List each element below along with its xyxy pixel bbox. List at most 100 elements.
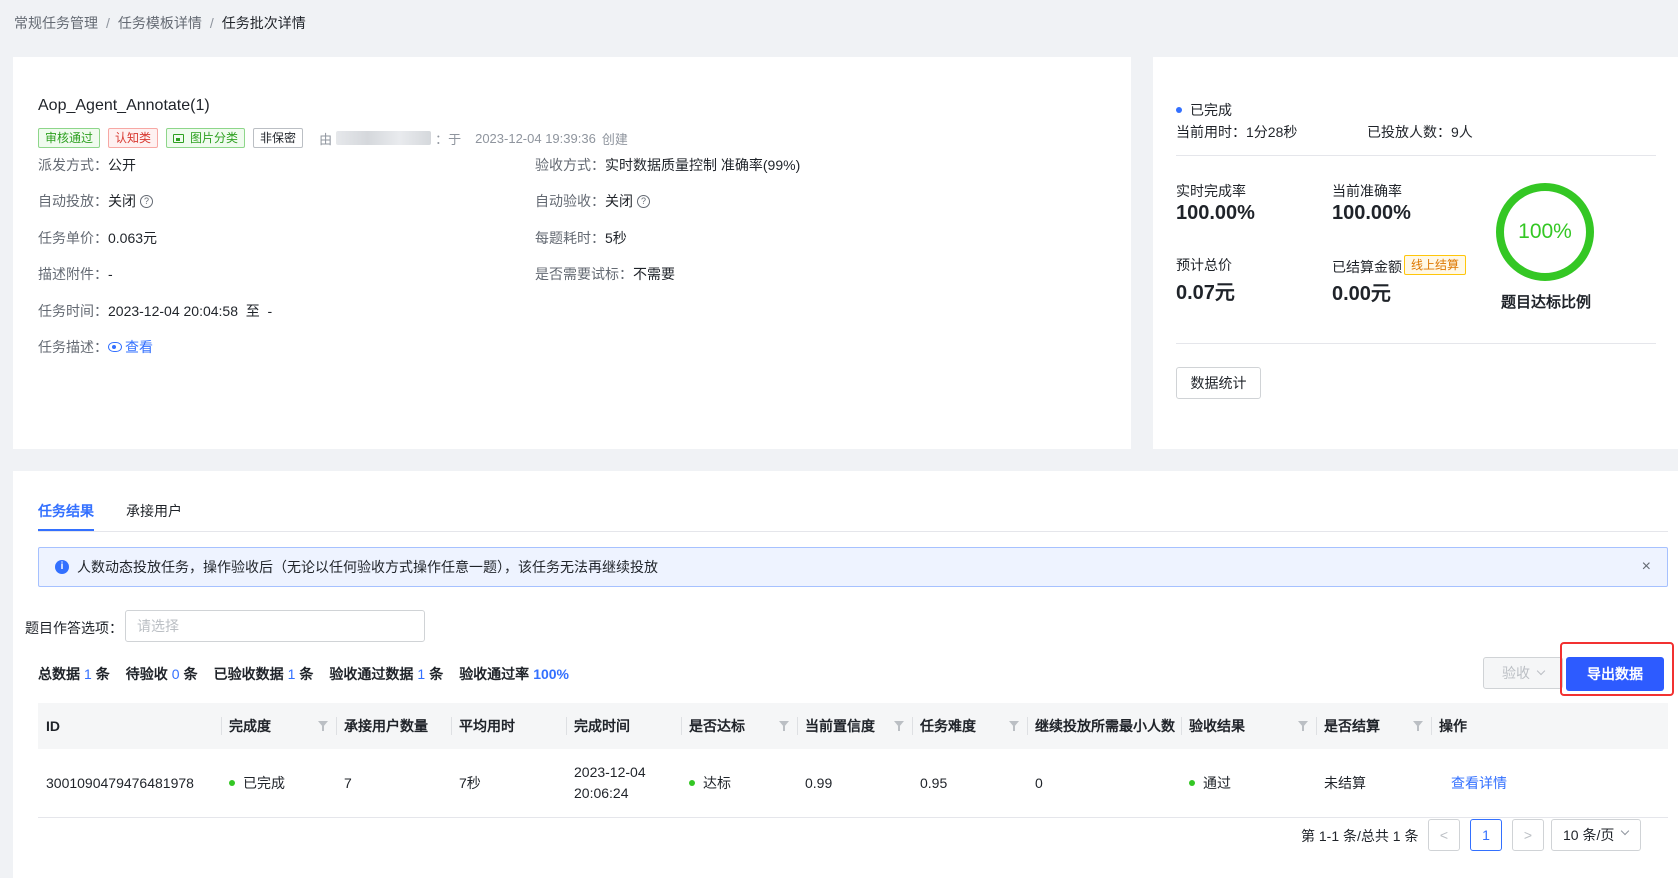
- breadcrumb-item-template[interactable]: 任务模板详情: [118, 13, 202, 33]
- filter-icon[interactable]: [894, 721, 904, 731]
- total-price-value: 0.07元: [1176, 282, 1235, 304]
- task-status: 已完成: [1176, 100, 1232, 120]
- cell-difficulty: 0.95: [920, 775, 948, 791]
- alert-message: 人数动态投放任务，操作验收后（无论以任何验收方式操作任意一题），该任务无法再继续…: [77, 559, 658, 575]
- view-details-link[interactable]: 查看详情: [1451, 773, 1507, 793]
- breadcrumb-current: 任务批次详情: [221, 15, 306, 31]
- summary-pass-rate: 验收通过率 100%: [459, 666, 569, 682]
- settled-amount-value: 0.00元: [1332, 283, 1391, 305]
- status-dot: [229, 780, 235, 786]
- breadcrumb-item-task-mgmt[interactable]: 常规任务管理: [14, 13, 98, 33]
- chevron-down-icon: [1536, 666, 1546, 676]
- divider: [1176, 155, 1656, 156]
- total-price-label: 预计总价: [1176, 257, 1232, 273]
- elapsed-time: 当前用时：1分28秒: [1176, 124, 1298, 140]
- col-users: 承接用户数量: [336, 703, 451, 749]
- info-icon: i: [55, 560, 69, 574]
- field-dispatch: 派发方式： 公开: [38, 157, 136, 173]
- summary-passed: 验收通过数据 1 条: [329, 666, 444, 682]
- tag-non-secret: 非保密: [253, 128, 304, 148]
- close-icon[interactable]: ×: [1642, 558, 1651, 576]
- field-description: 任务描述： 查看: [38, 337, 153, 357]
- summary-checked: 已验收数据 1 条: [213, 666, 314, 682]
- tab-users[interactable]: 承接用户: [126, 501, 182, 531]
- completion-rate-label: 实时完成率: [1176, 183, 1246, 199]
- filter-icon[interactable]: [1413, 721, 1423, 731]
- pass-ratio-ring: 100%: [1496, 183, 1594, 281]
- filter-icon[interactable]: [1298, 721, 1308, 731]
- field-attachment: 描述附件： -: [38, 266, 113, 282]
- tabs-divider: [38, 531, 1668, 532]
- cell-id: 3001090479476481978: [46, 775, 194, 791]
- task-stats-card: 已完成 当前用时：1分28秒 已投放人数：9人 实时完成率 100.00% 当前…: [1153, 57, 1678, 449]
- cell-settled: 未结算: [1324, 775, 1366, 791]
- field-auto-publish: 自动投放： 关闭?: [38, 191, 153, 211]
- view-description-link[interactable]: 查看: [108, 337, 153, 357]
- data-summary: 总数据 1 条 待验收 0 条 已验收数据 1 条 验收通过数据 1 条 验收通过率 100%: [38, 664, 589, 684]
- tab-task-results[interactable]: 任务结果: [38, 501, 94, 531]
- filter-icon[interactable]: [779, 721, 789, 731]
- task-results-card: 任务结果 承接用户 i 人数动态投放任务，操作验收后（无论以任何验收方式操作任意…: [13, 471, 1678, 878]
- result-tabs: 任务结果 承接用户: [38, 501, 214, 531]
- field-time-per-item: 每题耗时： 5秒: [535, 230, 627, 246]
- breadcrumb: 常规任务管理 / 任务模板详情 / 任务批次详情: [14, 13, 306, 33]
- page-size-select[interactable]: 10 条/页: [1551, 819, 1641, 851]
- help-icon[interactable]: ?: [140, 194, 153, 208]
- settled-amount-label: 已结算金额: [1332, 259, 1402, 275]
- summary-pending: 待验收 0 条: [125, 666, 198, 682]
- data-stats-button[interactable]: 数据统计: [1176, 367, 1261, 399]
- task-tags: 审核通过 认知类 图片分类 非保密 由 ：于 2023-12-04 19:39:…: [38, 128, 628, 148]
- col-difficulty: 任务难度: [912, 703, 1027, 749]
- page-1-button[interactable]: 1: [1470, 819, 1502, 851]
- col-id: ID: [46, 718, 60, 734]
- field-unit-price: 任务单价： 0.063元: [38, 230, 158, 246]
- cell-min-users: 0: [1035, 775, 1043, 791]
- check-dropdown-button[interactable]: 验收: [1483, 657, 1563, 689]
- export-data-button[interactable]: 导出数据: [1566, 657, 1664, 691]
- accuracy-value: 100.00%: [1332, 202, 1411, 224]
- col-completion: 完成度: [221, 703, 336, 749]
- divider: [1176, 343, 1656, 344]
- image-icon: [173, 133, 185, 143]
- answer-filter-label: 题目作答选项：: [25, 620, 123, 636]
- col-check-result: 验收结果: [1181, 703, 1316, 749]
- cell-standard: 达标: [681, 749, 797, 817]
- help-icon[interactable]: ?: [637, 194, 650, 208]
- field-auto-check: 自动验收： 关闭?: [535, 191, 650, 211]
- info-alert: i 人数动态投放任务，操作验收后（无论以任何验收方式操作任意一题），该任务无法再…: [38, 547, 1668, 587]
- blurred-username: [336, 131, 432, 145]
- answer-filter-select[interactable]: [125, 610, 425, 642]
- pass-ratio-label: 题目达标比例: [1500, 294, 1591, 311]
- pass-ratio-value: 100%: [1518, 220, 1572, 243]
- pagination-summary: 第 1-1 条/总共 1 条: [1301, 828, 1419, 844]
- field-check-method: 验收方式： 实时数据质量控制 准确率(99%): [535, 157, 801, 173]
- filter-icon[interactable]: [318, 721, 328, 731]
- creator-info: 由 ：于 2023-12-04 19:39:36 创建: [319, 130, 628, 147]
- field-task-time: 任务时间： 2023-12-04 20:04:58 至 -: [38, 303, 273, 319]
- status-dot: [1189, 780, 1195, 786]
- completion-rate-value: 100.00%: [1176, 202, 1255, 224]
- col-min-users: 继续投放所需最小人数: [1027, 703, 1181, 749]
- task-title: Aop_Agent_Annotate(1): [38, 97, 210, 114]
- created-date: 2023-12-04 19:39:36: [475, 130, 596, 146]
- next-page-button[interactable]: >: [1512, 819, 1544, 851]
- table-header: ID 完成度 承接用户数量 平均用时 完成时间 是否达标 当前置信度 任务难度 …: [38, 703, 1668, 749]
- breadcrumb-separator: /: [106, 15, 110, 31]
- online-settlement-tag: 线上结算: [1404, 255, 1467, 275]
- col-standard: 是否达标: [681, 703, 797, 749]
- status-dot: [689, 780, 695, 786]
- col-confidence: 当前置信度: [797, 703, 912, 749]
- col-settled: 是否结算: [1316, 703, 1431, 749]
- cell-avg-time: 7秒: [459, 775, 481, 791]
- chevron-down-icon: [1620, 826, 1630, 836]
- breadcrumb-separator: /: [209, 15, 214, 31]
- col-complete-time: 完成时间: [566, 703, 681, 749]
- tag-image-class: 图片分类: [166, 128, 246, 148]
- accuracy-label: 当前准确率: [1332, 183, 1402, 199]
- cell-completion: 已完成: [221, 749, 336, 817]
- filter-icon[interactable]: [1009, 721, 1019, 731]
- col-action: 操作: [1431, 703, 1668, 749]
- prev-page-button[interactable]: <: [1428, 819, 1460, 851]
- cell-confidence: 0.99: [805, 775, 833, 791]
- tag-audit: 审核通过: [38, 128, 101, 148]
